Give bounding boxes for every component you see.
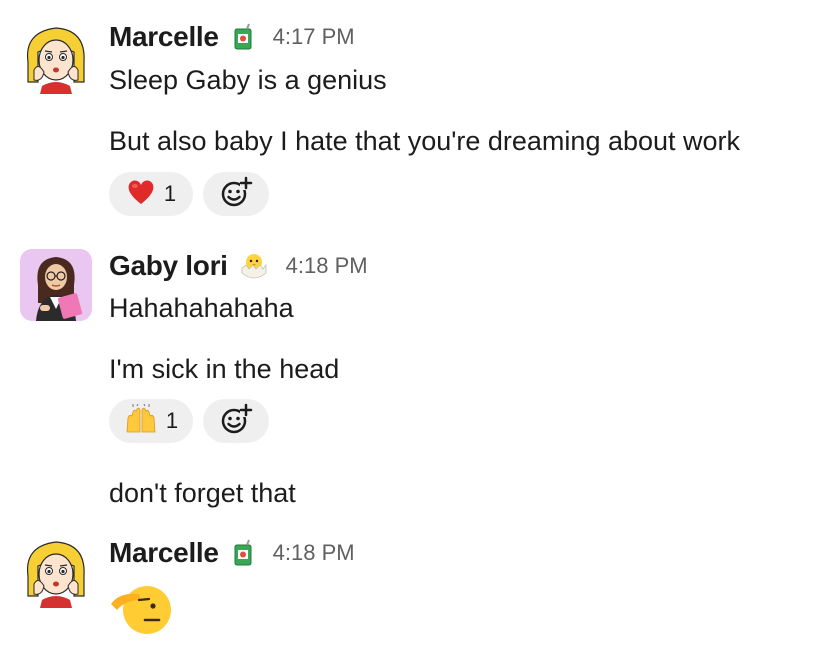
timestamp[interactable]: 4:18 PM [286,253,368,279]
reactions-bar: 1 [109,399,269,443]
raising-hands-icon [124,403,158,439]
add-emoji-icon [219,402,253,441]
message-text: But also baby I hate that you're dreamin… [109,126,741,156]
avatar-marcelle[interactable] [20,536,92,608]
message-text: don't forget that [109,478,296,508]
message-header: Marcelle 4:18 PM [109,536,355,570]
juice-box-icon[interactable] [229,23,257,51]
hatching-chick-icon[interactable] [238,251,270,281]
reaction-heart[interactable]: 1 [109,172,193,216]
add-reaction-button[interactable] [203,172,269,216]
username[interactable]: Gaby lori [109,250,228,282]
juice-box-icon[interactable] [229,539,257,567]
avatar-marcelle[interactable] [20,22,92,94]
avatar-gaby-lori[interactable] [20,249,92,321]
red-heart-icon [126,178,156,211]
saluting-face-icon [109,580,173,641]
reaction-raising-hands[interactable]: 1 [109,399,193,443]
username[interactable]: Marcelle [109,21,219,53]
message-header: Gaby lori 4:18 PM [109,249,368,283]
message-header: Marcelle 4:17 PM [109,20,355,54]
add-reaction-button[interactable] [203,399,269,443]
timestamp[interactable]: 4:18 PM [273,540,355,566]
message-text: Hahahahahaha [109,293,294,323]
username[interactable]: Marcelle [109,537,219,569]
reactions-bar: 1 [109,172,269,216]
timestamp[interactable]: 4:17 PM [273,24,355,50]
reaction-count: 1 [165,408,179,433]
reaction-count: 1 [163,181,177,206]
message-text: Sleep Gaby is a genius [109,65,387,95]
add-emoji-icon [219,175,253,214]
message-text: I'm sick in the head [109,354,340,384]
